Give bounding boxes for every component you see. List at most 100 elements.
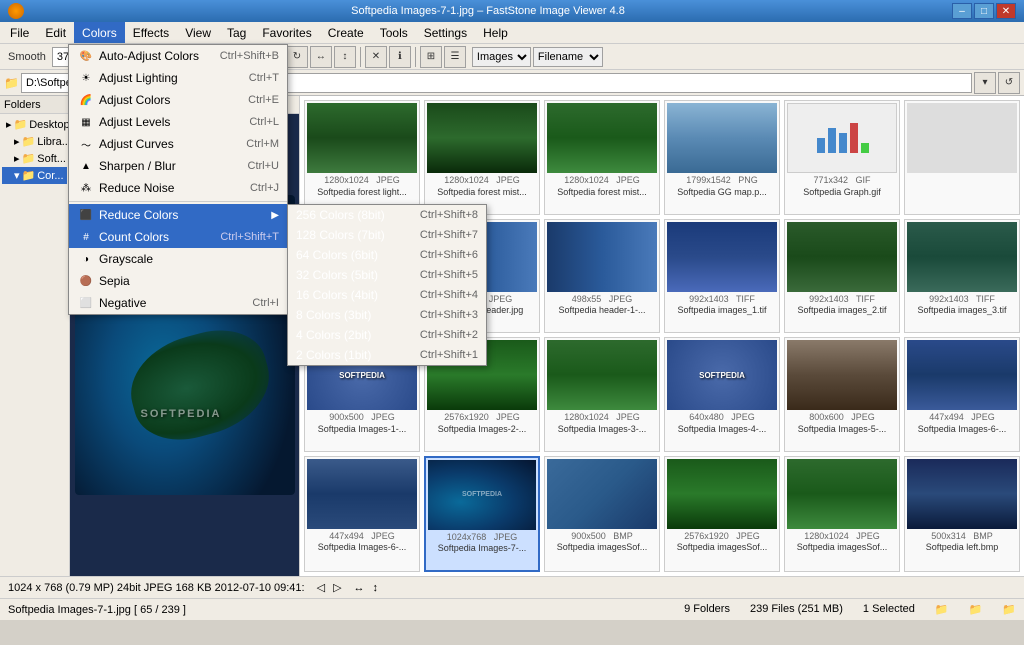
- tree-item-cor[interactable]: ▾ 📁 Cor...: [2, 167, 67, 184]
- toolbar-btn-flip-h[interactable]: ↔: [310, 46, 332, 68]
- submenu-32[interactable]: 32 Colors (5bit) Ctrl+Shift+5: [288, 265, 486, 285]
- thumb-si4[interactable]: SOFTPEDIA 640x480 JPEG Softpedia Images-…: [664, 337, 780, 452]
- submenu-4[interactable]: 4 Colors (2bit) Ctrl+Shift+2: [288, 325, 486, 345]
- submenu-64-label: 64 Colors (6bit): [296, 248, 378, 262]
- menu-file[interactable]: File: [2, 22, 37, 43]
- tree-item-desktop[interactable]: ▸ 📁 Desktop: [2, 116, 67, 133]
- menu-negative[interactable]: ⬜ Negative Ctrl+I: [69, 292, 287, 314]
- submenu-16-shortcut: Ctrl+Shift+4: [404, 289, 478, 301]
- thumb-si1-name: Softpedia Images-1-...: [318, 424, 407, 434]
- menu-sepia[interactable]: 🟤 Sepia: [69, 270, 287, 292]
- refresh-button[interactable]: ↺: [998, 72, 1020, 94]
- thumb-hdr1[interactable]: 498x55 JPEG Softpedia header-1-...: [544, 219, 660, 334]
- menu-adjust-curves[interactable]: 〜 Adjust Curves Ctrl+M: [69, 133, 287, 155]
- count-colors-icon: #: [77, 229, 95, 245]
- thumb-img2[interactable]: 992x1403 TIFF Softpedia images_2.tif: [784, 219, 900, 334]
- thumb-forest3-dims: 1280x1024 JPEG: [564, 175, 640, 187]
- submenu-128[interactable]: 128 Colors (7bit) Ctrl+Shift+7: [288, 225, 486, 245]
- thumb-forest1[interactable]: 1280x1024 JPEG Softpedia forest light...: [304, 100, 420, 215]
- thumb-map-img: [667, 103, 777, 173]
- thumb-forest3[interactable]: 1280x1024 JPEG Softpedia forest mist...: [544, 100, 660, 215]
- submenu-8[interactable]: 8 Colors (3bit) Ctrl+Shift+3: [288, 305, 486, 325]
- toolbar-btn-rot-r[interactable]: ↻: [286, 46, 308, 68]
- menu-view[interactable]: View: [177, 22, 219, 43]
- go-button[interactable]: ▾: [974, 72, 996, 94]
- thumb-sisbmp[interactable]: 900x500 BMP Softpedia imagesSof...: [544, 456, 660, 573]
- menu-edit[interactable]: Edit: [37, 22, 74, 43]
- menu-reduce-colors[interactable]: ⬛ Reduce Colors ▶ 256 Colors (8bit) Ctrl…: [69, 204, 287, 226]
- menu-auto-adjust-colors[interactable]: 🎨 Auto-Adjust Colors Ctrl+Shift+B: [69, 45, 287, 67]
- thumb-sis2[interactable]: 2576x1920 JPEG Softpedia imagesSof...: [664, 456, 780, 573]
- thumb-sis3-img: [787, 459, 897, 529]
- submenu-16[interactable]: 16 Colors (4bit) Ctrl+Shift+4: [288, 285, 486, 305]
- menu-help[interactable]: Help: [475, 22, 516, 43]
- thumb-si5-name: Softpedia Images-5-...: [798, 424, 887, 434]
- negative-label: Negative: [99, 296, 146, 310]
- menu-adjust-lighting[interactable]: ☀ Adjust Lighting Ctrl+T: [69, 67, 287, 89]
- close-button[interactable]: ✕: [996, 3, 1016, 19]
- tree-folder-icon-cor: 📁: [22, 169, 36, 182]
- menu-create[interactable]: Create: [320, 22, 372, 43]
- thumb-si3[interactable]: 1280x1024 JPEG Softpedia Images-3-...: [544, 337, 660, 452]
- menu-sharpen-blur[interactable]: ▲ Sharpen / Blur Ctrl+U: [69, 155, 287, 177]
- thumb-si1-dims: 900x500 JPEG: [329, 412, 395, 424]
- auto-adjust-shortcut: Ctrl+Shift+B: [204, 50, 279, 62]
- tree-item-soft[interactable]: ▸ 📁 Soft...: [2, 150, 67, 167]
- folder-icon-2: 📁: [969, 603, 983, 616]
- menu-settings[interactable]: Settings: [416, 22, 475, 43]
- menu-effects[interactable]: Effects: [125, 22, 177, 43]
- menu-tag[interactable]: Tag: [219, 22, 254, 43]
- thumb-sisbmp-dims: 900x500 BMP: [571, 531, 633, 543]
- menu-sep-1: [69, 201, 287, 202]
- menu-adjust-colors[interactable]: 🌈 Adjust Colors Ctrl+E: [69, 89, 287, 111]
- thumb-si3-img: [547, 340, 657, 410]
- sharpen-shortcut: Ctrl+U: [232, 160, 279, 172]
- thumb-forest1-img: [307, 103, 417, 173]
- adjust-colors-shortcut: Ctrl+E: [232, 94, 279, 106]
- menu-reduce-noise[interactable]: ⁂ Reduce Noise Ctrl+J: [69, 177, 287, 199]
- menu-adjust-levels[interactable]: ▦ Adjust Levels Ctrl+L: [69, 111, 287, 133]
- menu-grayscale[interactable]: ◑ Grayscale: [69, 248, 287, 270]
- thumb-empty[interactable]: [904, 100, 1020, 215]
- submenu-256[interactable]: 256 Colors (8bit) Ctrl+Shift+8: [288, 205, 486, 225]
- thumb-img1[interactable]: 992x1403 TIFF Softpedia images_1.tif: [664, 219, 780, 334]
- toolbar-btn-list[interactable]: ☰: [444, 46, 466, 68]
- view-type-select[interactable]: ImagesAll: [472, 47, 531, 67]
- maximize-button[interactable]: □: [974, 3, 994, 19]
- toolbar-btn-thumb[interactable]: ⊞: [420, 46, 442, 68]
- menu-colors[interactable]: Colors: [74, 22, 125, 43]
- thumb-sis2-dims: 2576x1920 JPEG: [684, 531, 760, 543]
- nav-prev[interactable]: ◁: [317, 581, 325, 594]
- thumb-sis2-img: [667, 459, 777, 529]
- thumb-si7[interactable]: SOFTPEDIA 1024x768 JPEG Softpedia Images…: [424, 456, 540, 573]
- thumb-si5[interactable]: 800x600 JPEG Softpedia Images-5-...: [784, 337, 900, 452]
- tree-item-lib[interactable]: ▸ 📁 Libra...: [2, 133, 67, 150]
- thumb-img3[interactable]: 992x1403 TIFF Softpedia images_3.tif: [904, 219, 1020, 334]
- zoom-fit-icon[interactable]: ↔: [354, 582, 365, 594]
- minimize-button[interactable]: –: [952, 3, 972, 19]
- thumb-sis3[interactable]: 1280x1024 JPEG Softpedia imagesSof...: [784, 456, 900, 573]
- submenu-32-shortcut: Ctrl+Shift+5: [404, 269, 478, 281]
- menu-favorites[interactable]: Favorites: [254, 22, 319, 43]
- zoom-height-icon[interactable]: ↕: [373, 582, 379, 594]
- sharpen-icon: ▲: [77, 158, 95, 174]
- submenu-16-label: 16 Colors (4bit): [296, 288, 378, 302]
- menu-count-colors[interactable]: # Count Colors Ctrl+Shift+T: [69, 226, 287, 248]
- toolbar-btn-info[interactable]: ℹ: [389, 46, 411, 68]
- thumb-empty-img: [907, 103, 1017, 173]
- thumb-si6a[interactable]: 447x494 JPEG Softpedia Images-6-...: [904, 337, 1020, 452]
- nav-next[interactable]: ▷: [333, 581, 341, 594]
- lighting-label: Adjust Lighting: [99, 71, 178, 85]
- submenu-2[interactable]: 2 Colors (1bit) Ctrl+Shift+1: [288, 345, 486, 365]
- menu-tools[interactable]: Tools: [372, 22, 416, 43]
- thumb-sis3-name: Softpedia imagesSof...: [797, 542, 888, 552]
- thumb-graph[interactable]: 771x342 GIF Softpedia Graph.gif: [784, 100, 900, 215]
- thumb-forest2[interactable]: 1280x1024 JPEG Softpedia forest mist...: [424, 100, 540, 215]
- toolbar-btn-flip-v[interactable]: ↕: [334, 46, 356, 68]
- sort-select[interactable]: FilenameDate: [533, 47, 603, 67]
- toolbar-btn-delete[interactable]: ✕: [365, 46, 387, 68]
- thumb-si6b[interactable]: 447x494 JPEG Softpedia Images-6-...: [304, 456, 420, 573]
- submenu-64[interactable]: 64 Colors (6bit) Ctrl+Shift+6: [288, 245, 486, 265]
- thumb-map[interactable]: 1799x1542 PNG Softpedia GG map.p...: [664, 100, 780, 215]
- thumb-left-bmp[interactable]: 500x314 BMP Softpedia left.bmp: [904, 456, 1020, 573]
